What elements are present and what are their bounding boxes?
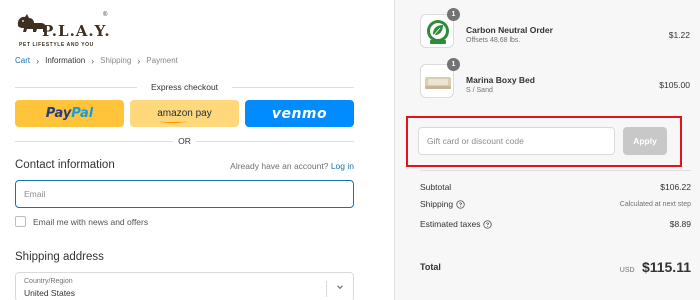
select-divider [326, 281, 327, 297]
logo-tagline: PET LIFESTYLE AND YOU [19, 42, 94, 48]
amazon-smile-icon [159, 119, 188, 123]
order-line-item: 1 Marina Boxy Bed S / Sand $105.00 [420, 58, 690, 102]
or-divider: OR [15, 135, 354, 147]
item-price: $1.22 [668, 30, 690, 40]
order-line-item: 1 Carbon Neutral Order Offsets 48.68 lbs… [420, 8, 690, 52]
subtotal-value: $106.22 [660, 182, 691, 192]
help-circle-icon[interactable] [456, 199, 465, 209]
or-label: OR [178, 136, 191, 146]
contact-information-title: Contact information [15, 159, 115, 171]
registered-mark: ® [103, 12, 108, 18]
express-checkout-heading: Express checkout [15, 80, 354, 94]
paypal-logo: PayPal [45, 106, 94, 121]
shipping-label-group: Shipping [420, 199, 465, 209]
breadcrumb-cart[interactable]: Cart [15, 56, 30, 65]
venmo-logo: venmo [271, 105, 328, 122]
paypal-button[interactable]: PayPal [15, 100, 124, 127]
taxes-row: Estimated taxes $8.89 [420, 219, 691, 229]
shipping-address-title: Shipping address [15, 251, 104, 263]
account-prompt-text: Already have an account? [230, 161, 329, 171]
shipping-value: Calculated at next step [619, 200, 691, 208]
account-prompt: Already have an account? Log in [230, 161, 354, 171]
play-logo[interactable]: P.L.A.Y. ® PET LIFESTYLE AND YOU [15, 10, 115, 50]
newsletter-label: Email me with news and offers [33, 216, 149, 227]
total-amount: $115.11 [641, 259, 691, 275]
amazon-pay-logo: amazon pay [157, 108, 212, 123]
breadcrumb-separator: › [36, 55, 40, 66]
logo-wordmark: P.L.A.Y. [42, 22, 111, 40]
breadcrumb-separator: › [91, 55, 95, 66]
taxes-label-group: Estimated taxes [420, 219, 493, 229]
shipping-label: Shipping [420, 199, 454, 209]
subtotal-label: Subtotal [420, 182, 452, 192]
item-subtitle: S / Sand [466, 87, 493, 94]
currency-code: USD [619, 267, 635, 274]
newsletter-checkbox[interactable] [15, 216, 26, 227]
taxes-value: $8.89 [669, 219, 691, 229]
order-summary-panel: 1 Carbon Neutral Order Offsets 48.68 lbs… [394, 0, 700, 300]
breadcrumb-payment: Payment [146, 56, 178, 65]
item-name: Carbon Neutral Order [466, 25, 553, 35]
total-row: Total USD $115.11 [420, 259, 691, 275]
login-link[interactable]: Log in [331, 161, 354, 171]
total-label: Total [420, 262, 441, 272]
newsletter-option[interactable]: Email me with news and offers [15, 216, 148, 227]
subtotal-row: Subtotal $106.22 [420, 182, 691, 192]
venmo-button[interactable]: venmo [245, 100, 354, 127]
apply-discount-button[interactable]: Apply [623, 127, 667, 155]
country-region-select[interactable]: Country/Region United States [15, 272, 354, 300]
item-name: Marina Boxy Bed [466, 75, 535, 85]
breadcrumb-shipping: Shipping [100, 56, 132, 65]
breadcrumb-separator: › [137, 55, 141, 66]
total-value-group: USD $115.11 [620, 259, 691, 275]
item-price: $105.00 [659, 80, 690, 90]
breadcrumb-information: Information [45, 56, 86, 65]
country-region-caption: Country/Region [24, 278, 73, 285]
quantity-badge: 1 [447, 8, 460, 21]
help-circle-icon[interactable] [483, 219, 493, 229]
express-checkout-label: Express checkout [150, 82, 219, 92]
email-input[interactable] [15, 180, 354, 208]
summary-divider [420, 170, 691, 171]
item-subtitle: Offsets 48.68 lbs. [466, 37, 521, 44]
discount-code-input[interactable] [418, 127, 615, 155]
country-region-value: United States [24, 288, 76, 298]
shipping-row: Shipping Calculated at next step [420, 199, 691, 209]
taxes-label: Estimated taxes [420, 219, 481, 229]
breadcrumb: Cart › Information › Shipping › Payment [15, 56, 178, 65]
amazon-pay-button[interactable]: amazon pay [130, 100, 239, 127]
quantity-badge: 1 [447, 58, 460, 71]
chevron-down-icon [337, 285, 343, 290]
checkout-form-panel: P.L.A.Y. ® PET LIFESTYLE AND YOU Cart › … [0, 0, 394, 300]
